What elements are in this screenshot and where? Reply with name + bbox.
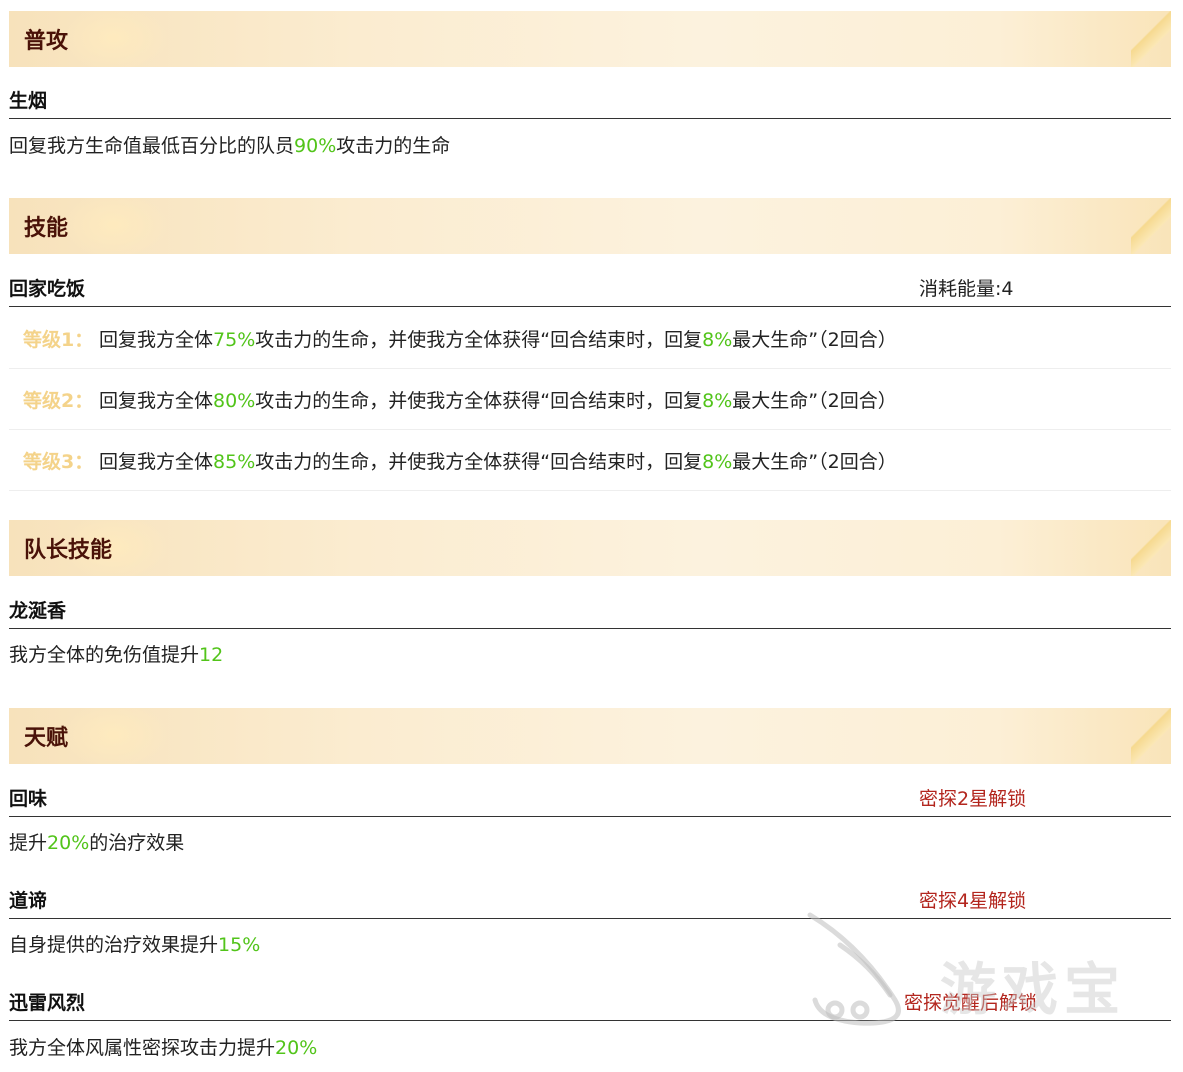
unlock-condition: 密探觉醒后解锁 xyxy=(904,992,1038,1014)
talent-description: 我方全体风属性密探攻击力提升20% xyxy=(9,1037,318,1059)
section-title: 队长技能 xyxy=(24,538,113,563)
energy-cost: 消耗能量:4 xyxy=(919,278,1014,300)
highlight-value: 15% xyxy=(218,934,261,956)
section-header-leader: 队长技能 xyxy=(9,520,1171,576)
header-corner-decoration xyxy=(1131,708,1171,764)
unlock-condition: 密探2星解锁 xyxy=(919,788,1027,810)
level-description: 回复我方全体75%攻击力的生命，并使我方全体获得“回合结束时，回复8%最大生命”… xyxy=(99,329,897,351)
highlight-value: 20% xyxy=(275,1037,318,1059)
section-title: 普攻 xyxy=(24,29,69,54)
skill-level-row: 等级2： 回复我方全体80%攻击力的生命，并使我方全体获得“回合结束时，回复8%… xyxy=(9,369,1171,430)
section-title: 技能 xyxy=(24,216,69,241)
section-header-skill: 技能 xyxy=(9,198,1171,254)
talent-name: 道谛 xyxy=(9,890,48,912)
header-corner-decoration xyxy=(1131,520,1171,576)
skill-name: 回家吃饭 xyxy=(9,278,86,300)
level-label: 等级1： xyxy=(23,329,94,351)
talent-description: 提升20%的治疗效果 xyxy=(9,832,185,854)
talent-header: 迅雷风烈 密探觉醒后解锁 xyxy=(9,982,1171,1021)
skill-level-row: 等级3： 回复我方全体85%攻击力的生命，并使我方全体获得“回合结束时，回复8%… xyxy=(9,430,1171,491)
highlight-value: 12 xyxy=(199,644,224,666)
talent-name: 回味 xyxy=(9,788,48,810)
skill-name: 龙涎香 xyxy=(9,600,67,622)
level-description: 回复我方全体85%攻击力的生命，并使我方全体获得“回合结束时，回复8%最大生命”… xyxy=(99,451,897,473)
skill-level-row: 等级1： 回复我方全体75%攻击力的生命，并使我方全体获得“回合结束时，回复8%… xyxy=(9,308,1171,369)
skill-description-attack: 回复我方生命值最低百分比的队员90%攻击力的生命 xyxy=(9,135,451,157)
header-swirl-decoration xyxy=(59,11,169,67)
header-swirl-decoration xyxy=(59,708,169,764)
skill-header-leader: 龙涎香 xyxy=(9,590,1171,629)
level-label: 等级2： xyxy=(23,390,94,412)
talent-header: 回味 密探2星解锁 xyxy=(9,778,1171,817)
section-header-talent: 天赋 xyxy=(9,708,1171,764)
header-corner-decoration xyxy=(1131,11,1171,67)
talent-header: 道谛 密探4星解锁 xyxy=(9,880,1171,919)
unlock-condition: 密探4星解锁 xyxy=(919,890,1027,912)
highlight-value: 90% xyxy=(294,135,337,157)
skill-description-leader: 我方全体的免伤值提升12 xyxy=(9,644,224,666)
skill-header-attack: 生烟 xyxy=(9,80,1171,119)
talent-name: 迅雷风烈 xyxy=(9,992,86,1014)
highlight-value: 20% xyxy=(47,832,90,854)
level-description: 回复我方全体80%攻击力的生命，并使我方全体获得“回合结束时，回复8%最大生命”… xyxy=(99,390,897,412)
header-swirl-decoration xyxy=(59,198,169,254)
level-label: 等级3： xyxy=(23,451,94,473)
header-corner-decoration xyxy=(1131,198,1171,254)
section-header-attack: 普攻 xyxy=(9,11,1171,67)
skill-name: 生烟 xyxy=(9,90,48,112)
section-title: 天赋 xyxy=(24,726,69,751)
talent-description: 自身提供的治疗效果提升15% xyxy=(9,934,261,956)
skill-header-skill: 回家吃饭 消耗能量:4 xyxy=(9,268,1171,307)
